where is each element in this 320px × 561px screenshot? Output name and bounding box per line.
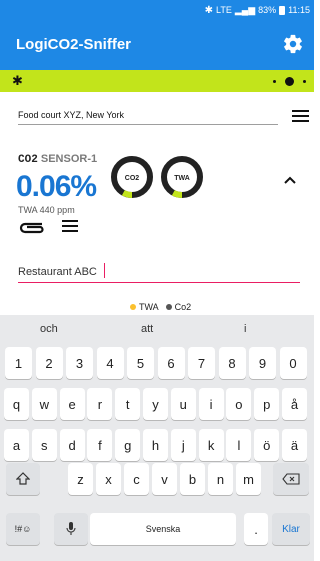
sensor-gas: CO2 [18, 154, 38, 166]
key-row2-2[interactable]: e [59, 388, 85, 420]
key-row3-1[interactable]: s [31, 429, 57, 461]
signal-icon: ▂▄▆ [234, 4, 256, 15]
key-row1-2[interactable]: 3 [66, 347, 93, 379]
twa-reading: TWA 440 ppm [18, 205, 75, 215]
app-title: LogiCO2-Sniffer [16, 36, 131, 53]
key-row2-5[interactable]: y [143, 388, 168, 420]
app-bar: LogiCO2-Sniffer [0, 20, 314, 70]
co2-gauge-label: CO2 [125, 175, 140, 182]
key-row1-4[interactable]: 5 [127, 347, 154, 379]
key-row3-9[interactable]: ö [254, 429, 280, 461]
key-row1-6[interactable]: 7 [188, 347, 215, 379]
settings-gear-icon[interactable] [282, 33, 304, 60]
suggestion-1[interactable]: och [40, 323, 58, 335]
connection-bar: ✱ [0, 70, 314, 92]
key-row2-0[interactable]: q [4, 388, 29, 420]
backspace-key[interactable] [273, 463, 309, 495]
key-row3-6[interactable]: j [170, 429, 196, 461]
key-row1-7[interactable]: 8 [218, 347, 246, 379]
key-row2-1[interactable]: w [31, 388, 57, 420]
suggestion-3[interactable]: i [244, 323, 246, 335]
twa-gauge: TWA [161, 156, 203, 198]
attach-icon[interactable] [18, 220, 46, 239]
symbols-key[interactable]: !#☺ [6, 513, 40, 545]
sensor-reading: 0.06% [16, 170, 97, 203]
sensor-name: SENSOR-1 [40, 153, 98, 165]
key-row2-8[interactable]: o [226, 388, 252, 420]
status-bar: ✱ LTE ▂▄▆ 83% 11:15 [0, 0, 314, 20]
key-row3-5[interactable]: h [143, 429, 168, 461]
battery-icon [279, 5, 286, 15]
key-row2-10[interactable]: å [282, 388, 307, 420]
legend-twa-swatch [130, 304, 136, 310]
note-input[interactable] [18, 266, 300, 283]
period-key[interactable]: . [244, 513, 268, 545]
twa-gauge-label: TWA [174, 175, 190, 182]
key-row3-7[interactable]: k [198, 429, 224, 461]
bluetooth-icon: ✱ [12, 73, 23, 88]
key-row1-0[interactable]: 1 [5, 347, 32, 379]
key-row4-4[interactable]: b [180, 463, 205, 495]
network-type: LTE [216, 5, 232, 15]
key-row2-7[interactable]: i [198, 388, 224, 420]
chart-legend: TWA Co2 [130, 302, 191, 312]
key-row4-1[interactable]: x [96, 463, 121, 495]
page-indicator[interactable] [273, 77, 306, 86]
battery-percent: 83% [258, 5, 277, 15]
key-row4-5[interactable]: n [208, 463, 233, 495]
key-row4-3[interactable]: v [152, 463, 177, 495]
key-row1-9[interactable]: 0 [279, 347, 307, 379]
voice-input-key[interactable] [54, 513, 88, 545]
soft-keyboard: och att i 1234567890 qwertyuiopå asdfghj… [0, 315, 314, 561]
key-row2-9[interactable]: p [254, 388, 280, 420]
key-row4-6[interactable]: m [236, 463, 261, 495]
collapse-chevron-icon[interactable] [283, 172, 297, 190]
menu-icon[interactable] [292, 110, 309, 125]
co2-gauge: CO2 [111, 156, 153, 198]
sensor-menu-icon[interactable] [62, 220, 78, 235]
legend-twa-label: TWA [139, 302, 159, 312]
page-dot-active[interactable] [285, 77, 294, 86]
key-row3-3[interactable]: f [87, 429, 113, 461]
key-row3-10[interactable]: ä [282, 429, 307, 461]
key-row2-6[interactable]: u [170, 388, 196, 420]
key-row4-2[interactable]: c [124, 463, 149, 495]
done-key[interactable]: Klar [272, 513, 310, 545]
key-row4-0[interactable]: z [68, 463, 93, 495]
bluetooth-status-icon: ✱ [204, 4, 214, 16]
location-field[interactable]: Food court XYZ, New York [18, 110, 124, 120]
key-row3-2[interactable]: d [59, 429, 85, 461]
shift-key[interactable] [6, 463, 40, 495]
key-row1-1[interactable]: 2 [35, 347, 63, 379]
key-row2-4[interactable]: t [115, 388, 141, 420]
legend-co2-swatch [165, 304, 172, 310]
page-dot[interactable] [303, 80, 306, 83]
space-key[interactable]: Svenska [90, 513, 236, 545]
key-row3-8[interactable]: l [226, 429, 252, 461]
clock: 11:15 [288, 5, 310, 15]
key-row2-3[interactable]: r [87, 388, 113, 420]
page-dot[interactable] [273, 80, 276, 83]
text-caret [104, 263, 105, 278]
location-underline [18, 124, 278, 125]
key-row1-5[interactable]: 6 [157, 347, 185, 379]
key-row3-0[interactable]: a [4, 429, 29, 461]
key-row1-3[interactable]: 4 [96, 347, 124, 379]
suggestion-2[interactable]: att [141, 323, 153, 335]
key-row3-4[interactable]: g [115, 429, 141, 461]
legend-co2-label: Co2 [174, 302, 192, 312]
sensor-header: CO2 SENSOR-1 [18, 153, 97, 166]
key-row1-8[interactable]: 9 [249, 347, 276, 379]
